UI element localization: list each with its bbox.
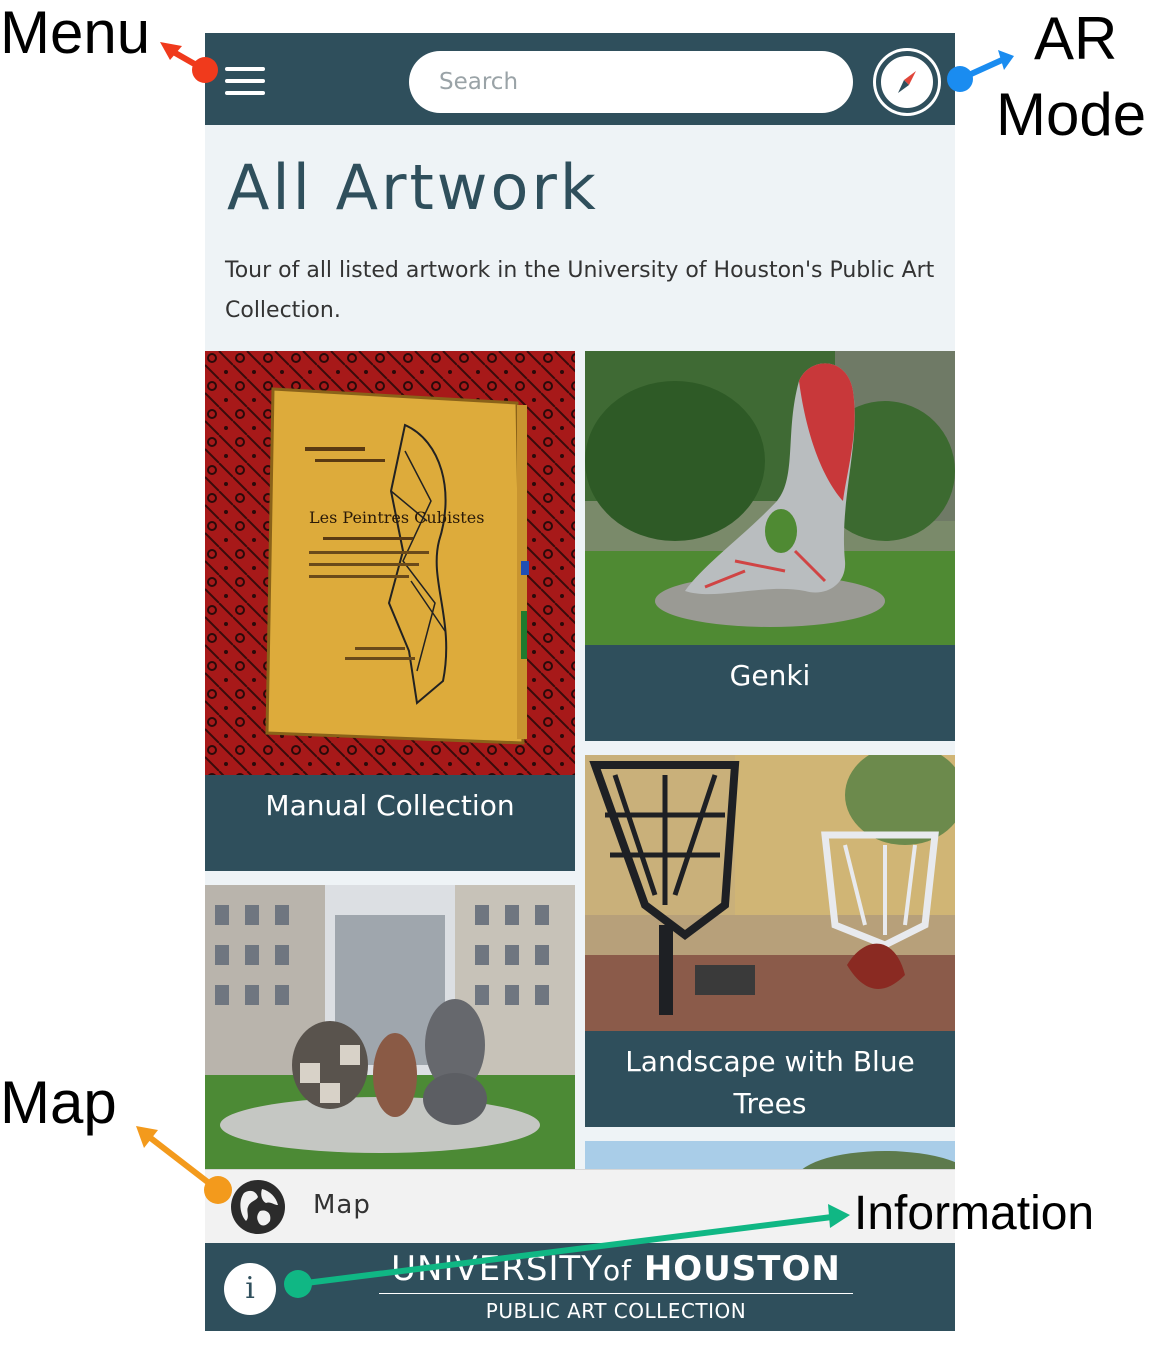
search-input[interactable]: [409, 51, 853, 113]
hamburger-menu-icon[interactable]: [225, 67, 265, 95]
brand-prefix: UNIVERSITY: [391, 1249, 604, 1289]
artwork-image: [205, 885, 575, 1169]
top-bar: [205, 33, 955, 125]
page-description: Tour of all listed artwork in the Univer…: [225, 258, 935, 323]
brand-divider: [379, 1293, 853, 1294]
artwork-image: Les Peintres Cubistes: [205, 351, 575, 775]
annotation-menu: Menu: [0, 0, 151, 66]
info-icon[interactable]: i: [224, 1263, 276, 1315]
map-label: Map: [313, 1190, 371, 1220]
annotation-ar: AR: [1034, 5, 1118, 72]
artwork-card-landscape-with-blue-trees[interactable]: Landscape with Blue Trees: [585, 755, 955, 1127]
annotation-information: Information: [854, 1187, 1095, 1240]
app-screen: All Artwork Tour of all listed artwork i…: [205, 33, 955, 1331]
university-logo: UNIVERSITYof HOUSTON PUBLIC ART COLLECTI…: [379, 1249, 853, 1324]
artwork-card-genki[interactable]: Genki: [585, 351, 955, 741]
annotation-mode: Mode: [996, 81, 1147, 148]
artwork-image: [585, 351, 955, 645]
artwork-image: [585, 755, 955, 1031]
svg-text:Les Peintres Cubistes: Les Peintres Cubistes: [309, 508, 484, 527]
map-bar[interactable]: Map: [205, 1169, 955, 1244]
artwork-card-manual-collection[interactable]: Les Peintres Cubistes Manual Collection: [205, 351, 575, 871]
brand-subtitle: PUBLIC ART COLLECTION: [485, 1299, 747, 1323]
artwork-title: Landscape with Blue Trees: [625, 1045, 915, 1120]
artwork-card[interactable]: [205, 885, 575, 1169]
brand-of: of: [603, 1254, 633, 1287]
brand-name: HOUSTON: [643, 1249, 841, 1289]
artwork-title: Genki: [729, 659, 811, 692]
annotation-map: Map: [0, 1069, 117, 1136]
page-title: All Artwork: [227, 151, 599, 224]
compass-icon[interactable]: [876, 51, 938, 113]
artwork-title: Manual Collection: [265, 789, 515, 822]
footer: i UNIVERSITYof HOUSTON PUBLIC ART COLLEC…: [205, 1243, 955, 1331]
globe-icon[interactable]: [230, 1179, 286, 1235]
